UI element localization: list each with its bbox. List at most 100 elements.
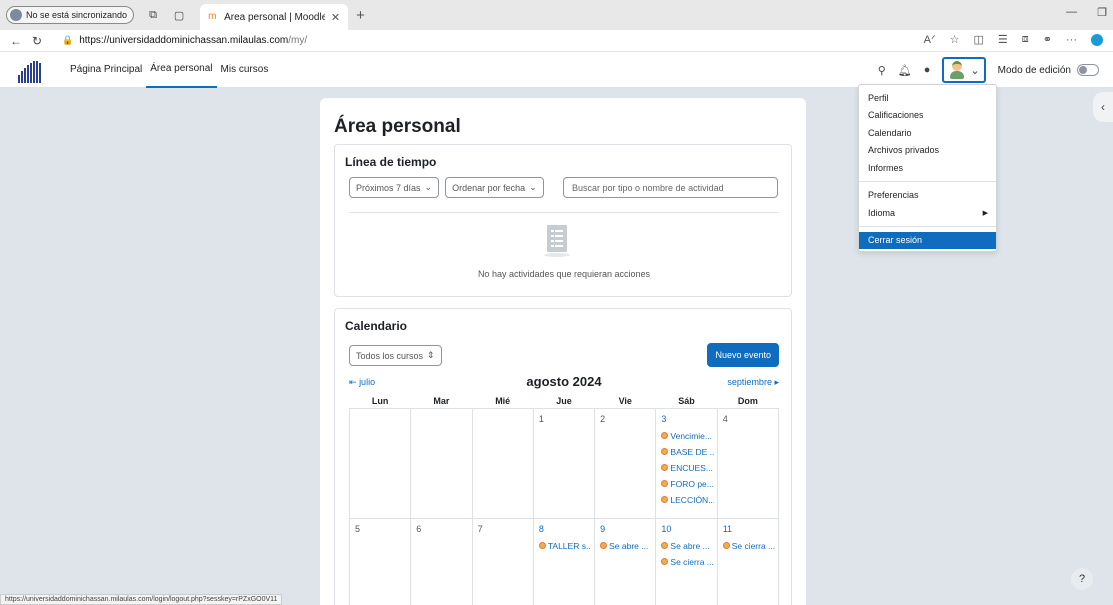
- search-icon[interactable]: ⚲: [878, 64, 886, 77]
- new-event-button[interactable]: Nuevo evento: [707, 343, 779, 367]
- calendar-event[interactable]: Se abre ...: [661, 538, 713, 554]
- nav-my-courses[interactable]: Mis cursos: [217, 52, 273, 88]
- collections-icon[interactable]: ⧈: [1022, 33, 1029, 46]
- workspaces-icon[interactable]: ⧉: [146, 8, 160, 22]
- calendar-day-cell[interactable]: 9 Se abre ...: [594, 517, 657, 605]
- main-region: Área personal Línea de tiempo Próximos 7…: [320, 98, 806, 605]
- profile-sync-button[interactable]: No se está sincronizando: [6, 6, 135, 24]
- moodle-navbar: Página Principal Área personal Mis curso…: [0, 52, 1113, 88]
- edit-mode-switch[interactable]: [1077, 64, 1099, 76]
- url-field[interactable]: 🔒 https://universidaddominichassan.milau…: [62, 35, 307, 46]
- day-number[interactable]: 8: [539, 524, 591, 538]
- event-dot-icon: [722, 542, 730, 549]
- calendar-event[interactable]: FORO pe...: [661, 476, 714, 492]
- day-number[interactable]: 9: [600, 524, 652, 538]
- menu-preferences[interactable]: Preferencias: [859, 187, 996, 205]
- window-controls: — ❐: [1066, 6, 1107, 19]
- favorites-list-icon[interactable]: ☰: [998, 33, 1008, 46]
- browser-tab-active[interactable]: m Área personal | Moodle ✕: [200, 4, 349, 30]
- menu-language[interactable]: Idioma ▶: [859, 204, 996, 222]
- course-filter-select[interactable]: Todos los cursos ⇕: [349, 345, 442, 366]
- lock-icon: 🔒: [62, 35, 74, 45]
- calendar-day-cell[interactable]: 8 TALLER s...: [532, 517, 596, 605]
- event-dot-icon: [661, 432, 669, 439]
- chevron-down-icon: ⌄: [424, 182, 433, 192]
- close-tab-icon[interactable]: ✕: [331, 11, 340, 24]
- timeline-day-filter[interactable]: Próximos 7 días ⌄: [349, 177, 440, 198]
- menu-private-files[interactable]: Archivos privados: [859, 142, 996, 160]
- weekday-header: Sáb: [655, 394, 718, 409]
- read-aloud-icon[interactable]: Aᐟ: [924, 33, 936, 46]
- timeline-sort[interactable]: Ordenar por fecha ⌄: [445, 177, 544, 198]
- timeline-search-input[interactable]: Buscar por tipo o nombre de actividad: [563, 177, 778, 198]
- calendar-day-cell[interactable]: 6: [410, 517, 473, 605]
- calendar-event[interactable]: Se cierra ...: [722, 538, 775, 554]
- minimize-icon[interactable]: —: [1066, 6, 1077, 19]
- next-month-link[interactable]: septiembre ▸: [727, 377, 779, 388]
- open-drawer-button[interactable]: ‹: [1093, 92, 1113, 122]
- page-title: Área personal: [334, 116, 461, 137]
- favorite-star-icon[interactable]: ☆: [950, 33, 960, 46]
- calendar-event[interactable]: LECCIÓN...: [661, 492, 714, 508]
- refresh-icon[interactable]: ↻: [32, 34, 48, 48]
- tab-actions-icon[interactable]: ▢: [172, 8, 186, 22]
- calendar-event[interactable]: Se abre ...: [600, 538, 652, 554]
- day-filter-value: Próximos 7 días: [356, 182, 421, 193]
- menu-grades[interactable]: Calificaciones: [859, 107, 996, 125]
- day-number[interactable]: 3: [661, 414, 713, 428]
- menu-calendar[interactable]: Calendario: [859, 124, 996, 142]
- user-menu-toggle[interactable]: ⌄: [942, 57, 986, 83]
- calendar-day-cell[interactable]: [348, 407, 412, 519]
- menu-divider: [859, 225, 996, 227]
- calendar-day-cell[interactable]: 5: [348, 517, 412, 605]
- more-options-icon[interactable]: ···: [1066, 34, 1077, 46]
- calendar-day-cell[interactable]: 10 Se abre ... Se cierra ...: [655, 517, 718, 605]
- nav-home[interactable]: Página Principal: [66, 52, 146, 88]
- day-number: [355, 414, 407, 428]
- sort-value: Ordenar por fecha: [452, 182, 526, 193]
- nav-dashboard[interactable]: Área personal: [146, 52, 217, 88]
- calendar-day-cell[interactable]: [471, 407, 534, 519]
- menu-reports[interactable]: Informes: [859, 159, 996, 177]
- arrow-right-icon: ▸: [774, 377, 779, 387]
- course-filter-value: Todos los cursos: [356, 350, 424, 361]
- calendar-day-cell[interactable]: 3 Vencimie... BASE DE ... ENCUES... FORO pe.…: [655, 407, 718, 519]
- restore-icon[interactable]: ❐: [1097, 6, 1107, 19]
- calendar-day-cell[interactable]: 4: [716, 407, 780, 519]
- address-bar: ← ↻ 🔒 https://universidaddominichassan.m…: [0, 30, 1113, 52]
- day-number: [478, 414, 530, 428]
- language-label: Idioma: [868, 207, 896, 218]
- calendar-day-cell[interactable]: 7: [471, 517, 534, 605]
- menu-profile[interactable]: Perfil: [859, 89, 996, 107]
- navbar-right: ⚲ 🔔︎ ● ⌄ Modo de edición: [878, 52, 1099, 88]
- day-number[interactable]: 11: [723, 524, 775, 538]
- calendar-day-cell[interactable]: 11 Se cierra ...: [716, 517, 780, 605]
- notifications-bell-icon[interactable]: 🔔︎: [898, 64, 912, 77]
- calendar-day-cell[interactable]: [410, 407, 473, 519]
- status-bar-url: https://universidaddominichassan.milaula…: [0, 594, 283, 605]
- calendar-event[interactable]: BASE DE ...: [661, 444, 714, 460]
- edit-mode-toggle[interactable]: Modo de edición: [998, 64, 1099, 76]
- menu-logout[interactable]: Cerrar sesión: [859, 231, 996, 249]
- calendar-event[interactable]: Vencimie...: [661, 428, 713, 444]
- calendar-event[interactable]: ENCUES...: [661, 460, 713, 476]
- copilot-icon[interactable]: [1091, 33, 1103, 46]
- event-dot-icon: [661, 496, 669, 503]
- messages-icon[interactable]: ●: [924, 64, 931, 76]
- tab-title: Área personal | Moodle: [224, 11, 325, 23]
- weekday-header: Vie: [594, 394, 656, 409]
- calendar-event[interactable]: Se cierra ...: [661, 554, 714, 570]
- calendar-day-cell[interactable]: 1: [532, 407, 596, 519]
- chevron-left-icon: ‹: [1101, 100, 1105, 114]
- day-number[interactable]: 10: [661, 524, 713, 538]
- help-button[interactable]: ?: [1071, 568, 1093, 590]
- site-logo[interactable]: [18, 57, 44, 83]
- split-screen-icon[interactable]: ◫: [974, 33, 984, 46]
- event-dot-icon: [661, 558, 669, 565]
- calendar-event[interactable]: TALLER s...: [538, 538, 591, 554]
- new-tab-icon[interactable]: +: [356, 7, 365, 24]
- extensions-icon[interactable]: ⚭: [1043, 33, 1052, 46]
- profile-icon: [10, 9, 22, 21]
- calendar-day-cell[interactable]: 2: [594, 407, 657, 519]
- back-icon[interactable]: ←: [10, 34, 26, 48]
